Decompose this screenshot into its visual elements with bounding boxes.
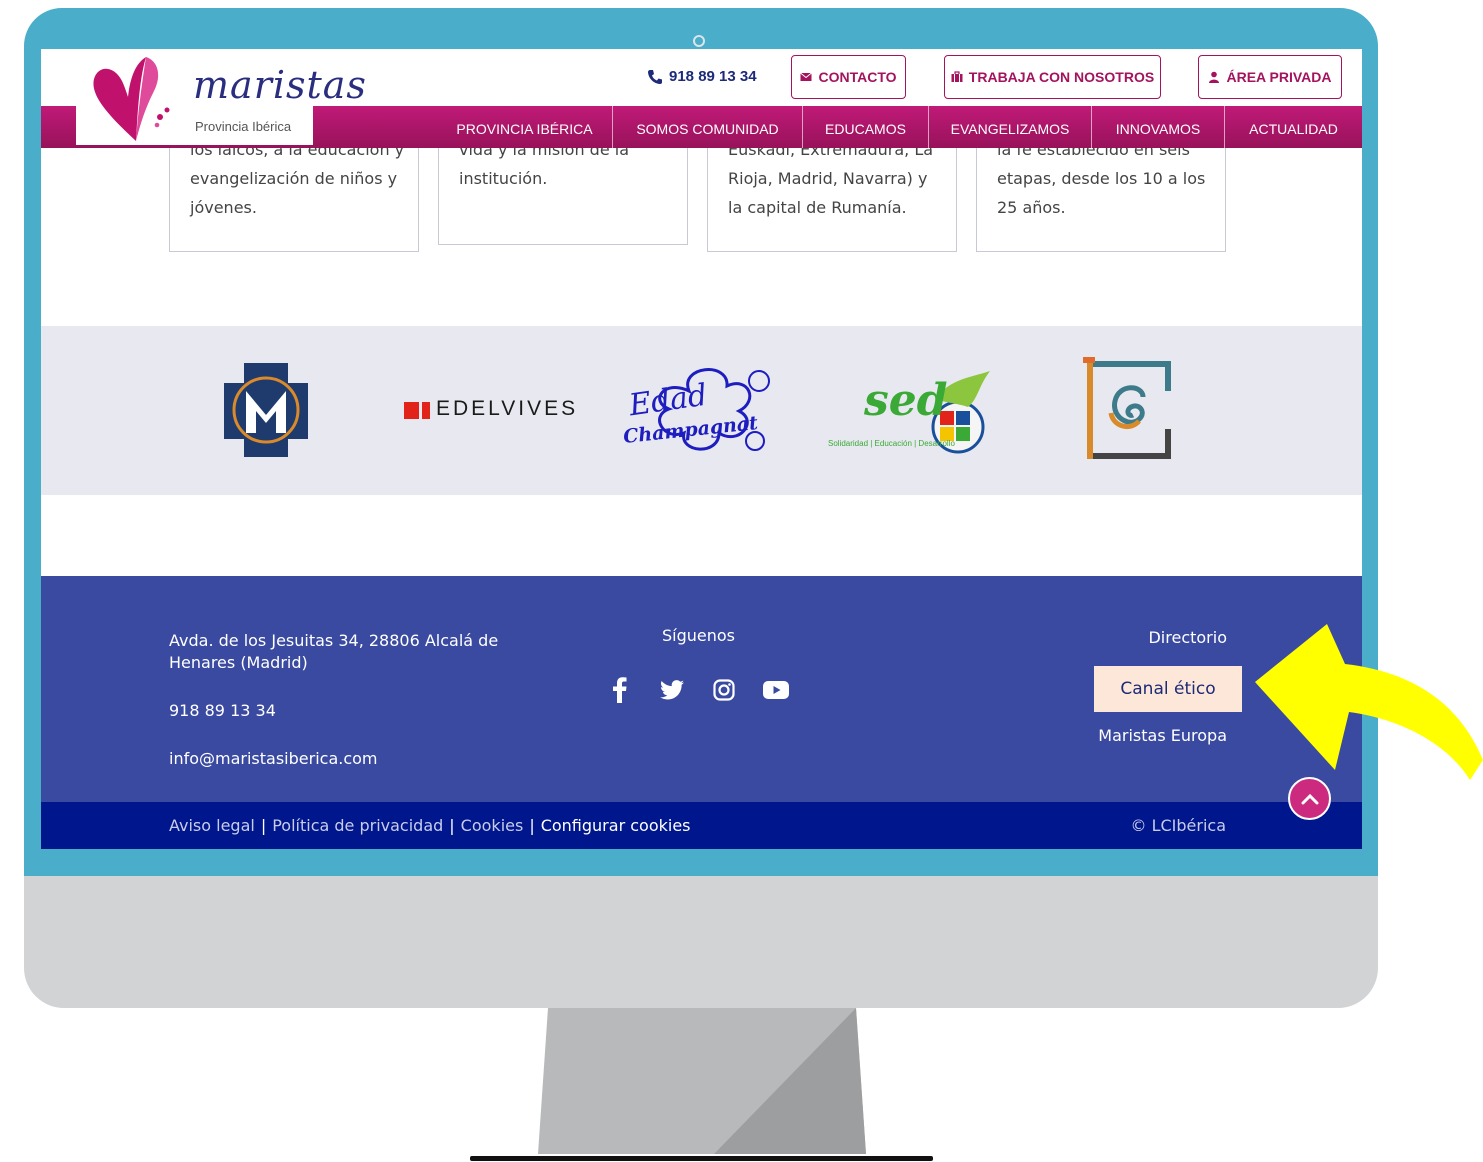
- maristas-logo[interactable]: maristas Provincia Ibérica: [76, 49, 366, 145]
- youtube-icon[interactable]: [762, 676, 790, 704]
- canal-etico-link[interactable]: Canal ético: [1094, 666, 1242, 712]
- instagram-icon[interactable]: [710, 676, 738, 704]
- monitor-chin: [24, 876, 1378, 1008]
- envelope-icon: [800, 72, 813, 81]
- copyright: © LCIbérica: [1130, 816, 1226, 835]
- edelvives-logo[interactable]: EDELVIVES: [436, 397, 578, 421]
- website-screen: los laicos, a la educación y evangelizac…: [41, 49, 1362, 849]
- nav-innovamos[interactable]: INNOVAMOS: [1091, 106, 1224, 148]
- privacidad-link[interactable]: Política de privacidad: [272, 816, 443, 835]
- phone-icon: [648, 69, 662, 84]
- fundacion-logo[interactable]: [1083, 357, 1173, 463]
- aviso-legal-link[interactable]: Aviso legal: [169, 816, 255, 835]
- cookies-link[interactable]: Cookies: [461, 816, 524, 835]
- area-privada-button[interactable]: ÁREA PRIVADA: [1198, 55, 1342, 99]
- edebe-champagnat-logo[interactable]: Edad Champagnat: [619, 361, 779, 461]
- heart-logo-icon: [93, 57, 170, 141]
- phone-number: 918 89 13 34: [669, 68, 757, 85]
- annotation-arrow: [1255, 624, 1483, 780]
- directorio-link[interactable]: Directorio: [1148, 628, 1227, 647]
- footer-email[interactable]: info@maristasiberica.com: [169, 749, 378, 768]
- card-line: 25 años.: [997, 198, 1066, 217]
- partners-strip: EDELVIVES Edad Champagnat sed Solidarida…: [41, 326, 1362, 495]
- area-privada-label: ÁREA PRIVADA: [1226, 69, 1332, 85]
- card-line: etapas, desde los 10 a los: [997, 169, 1206, 188]
- chevron-up-icon: [1301, 793, 1318, 804]
- card-line: Rioja, Madrid, Navarra) y: [728, 169, 928, 188]
- contacto-button[interactable]: CONTACTO: [791, 55, 906, 99]
- sed-word: sed: [864, 375, 948, 426]
- card-line: la capital de Rumanía.: [728, 198, 907, 217]
- legal-bar: Aviso legal | Política de privacidad | Cooki…: [41, 802, 1362, 849]
- footer-phone[interactable]: 918 89 13 34: [169, 701, 276, 720]
- nav-evangelizamos[interactable]: EVANGELIZAMOS: [928, 106, 1091, 148]
- contacto-label: CONTACTO: [818, 69, 897, 85]
- maristas-cross-logo[interactable]: [224, 363, 308, 457]
- logo-wordmark: maristas: [193, 63, 367, 107]
- user-icon: [1209, 71, 1220, 83]
- logo-subtitle: Provincia Ibérica: [195, 119, 292, 134]
- sed-tagline: Solidaridad | Educación | Desarrollo: [828, 439, 955, 448]
- card-line: evangelización de niños y: [190, 169, 398, 188]
- nav-educamos[interactable]: EDUCAMOS: [802, 106, 928, 148]
- edelvives-mark: [404, 402, 430, 419]
- footer-address: Avda. de los Jesuitas 34, 28806 Alcalá d…: [169, 631, 499, 672]
- nav-somos-comunidad[interactable]: SOMOS COMUNIDAD: [612, 106, 802, 148]
- monitor-camera: [693, 35, 705, 47]
- follow-label: Síguenos: [662, 626, 736, 645]
- configurar-cookies-link[interactable]: Configurar cookies: [541, 816, 691, 835]
- briefcase-icon: [951, 71, 963, 82]
- monitor-stand: [470, 1008, 933, 1161]
- facebook-icon[interactable]: [606, 676, 634, 704]
- nav-provincia[interactable]: PROVINCIA IBÉRICA: [437, 106, 612, 148]
- maristas-europa-link[interactable]: Maristas Europa: [1098, 726, 1227, 745]
- sed-logo[interactable]: sed Solidaridad | Educación | Desarrollo: [828, 369, 998, 454]
- footer: Avda. de los Jesuitas 34, 28806 Alcalá d…: [41, 576, 1362, 802]
- trabaja-button[interactable]: TRABAJA CON NOSOTROS: [944, 55, 1161, 99]
- twitter-icon[interactable]: [658, 676, 686, 704]
- nav-actualidad[interactable]: ACTUALIDAD: [1224, 106, 1362, 148]
- card-line: jóvenes.: [190, 198, 257, 217]
- scroll-top-button[interactable]: [1288, 777, 1331, 820]
- card-line: institución.: [459, 169, 548, 188]
- legal-links: Aviso legal | Política de privacidad | Cooki…: [169, 816, 691, 835]
- header-phone[interactable]: 918 89 13 34: [647, 68, 757, 85]
- trabaja-label: TRABAJA CON NOSOTROS: [968, 69, 1155, 85]
